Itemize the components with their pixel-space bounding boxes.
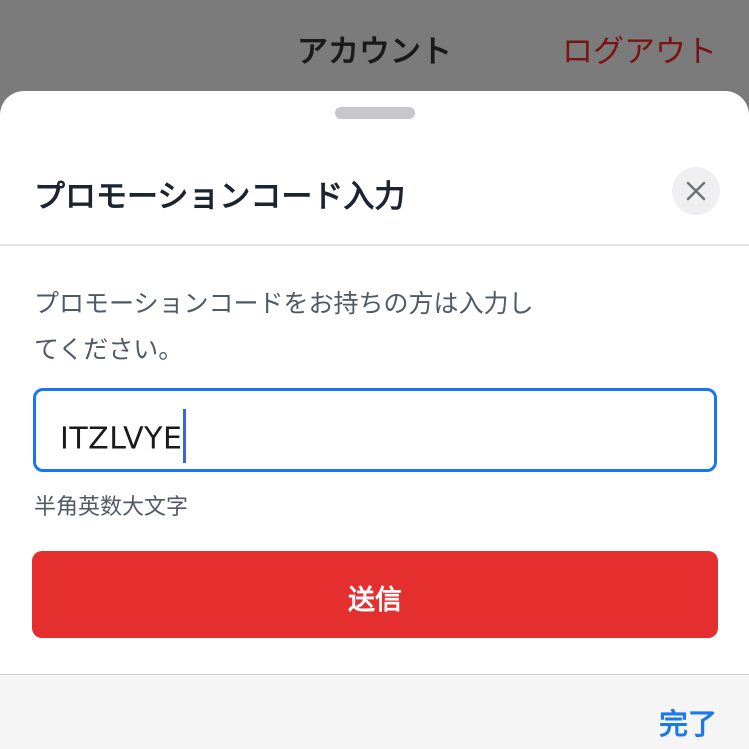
input-hint: 半角英数大文字	[34, 495, 189, 520]
promo-code-sheet: プロモーションコード入力 プロモーションコードをお持ちの方は入力し てください。…	[0, 91, 749, 749]
description-line: てください。	[34, 335, 184, 364]
text-caret	[183, 409, 187, 463]
sheet-title: プロモーションコード入力	[34, 179, 406, 215]
divider	[0, 244, 749, 246]
close-icon	[686, 181, 706, 201]
promo-code-value: ITZLVYE	[60, 409, 187, 467]
submit-label: 送信	[348, 585, 402, 616]
sheet-grabber[interactable]	[335, 107, 415, 119]
done-button[interactable]: 完了	[659, 701, 717, 743]
close-button[interactable]	[672, 167, 720, 215]
description-line: プロモーションコードをお持ちの方は入力し	[34, 289, 534, 318]
submit-button[interactable]: 送信	[32, 551, 718, 638]
description-text: プロモーションコードをお持ちの方は入力し てください。	[34, 281, 634, 373]
logout-button[interactable]: ログアウト	[562, 26, 717, 71]
app-header: アカウント ログアウト	[0, 0, 749, 100]
promo-code-input[interactable]: ITZLVYE	[33, 388, 717, 472]
input-text: ITZLVYE	[60, 421, 183, 457]
keyboard-toolbar: 完了	[0, 674, 749, 749]
